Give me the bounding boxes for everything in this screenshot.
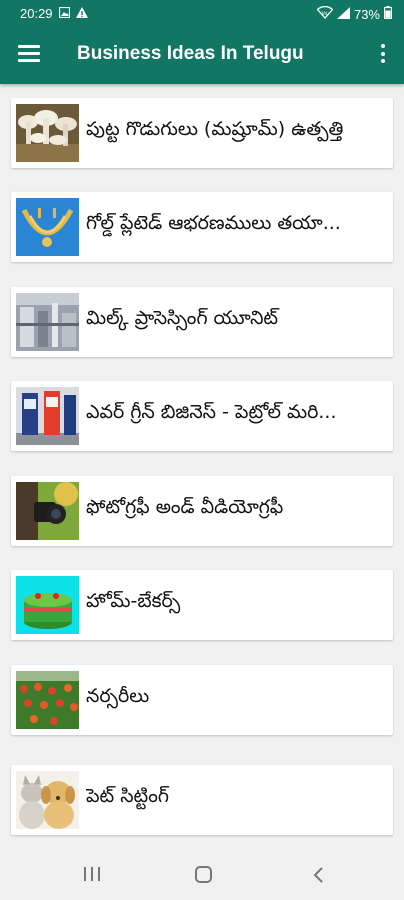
battery-percent: 73% [353, 6, 380, 22]
recents-icon[interactable] [83, 866, 101, 882]
more-vert-icon[interactable] [380, 44, 386, 66]
app-title: Business Ideas In Telugu [77, 43, 304, 64]
puppy-kitten-thumbnail [16, 771, 79, 829]
list-item[interactable]: ఫోటోగ్రఫీ అండ్ వీడియోగ్రఫీ [11, 476, 393, 546]
list-item[interactable]: ఎవర్ గ్రీన్ బిజినెస్ - పెట్రోల్ మరి... [11, 381, 393, 451]
list-item[interactable]: నర్సరీలు [11, 665, 393, 735]
home-icon[interactable] [195, 866, 212, 883]
status-bar-left: 20:29 [20, 6, 88, 21]
list-item[interactable]: మిల్క్ ప్రాసెస్సింగ్ యూనిట్ [11, 287, 393, 357]
back-icon[interactable] [312, 866, 326, 884]
list-item-label: పెట్ సిట్టింగ్ [86, 785, 169, 807]
status-bar-right: Vo 73% [316, 5, 393, 22]
status-bar: 20:29 Vo 73% [0, 0, 404, 28]
image-icon [58, 6, 70, 21]
app-bar: Business Ideas In Telugu [0, 28, 404, 84]
list-item-label: మిల్క్ ప్రాసెస్సింగ్ యూనిట్ [86, 307, 279, 329]
camera-thumbnail [16, 482, 79, 540]
cake-thumbnail [16, 576, 79, 634]
svg-text:Vo: Vo [321, 11, 327, 17]
signal-icon [336, 6, 350, 22]
list-item-label: పుట్ట గొడుగులు (మష్రూమ్) ఉత్పత్తి [86, 118, 344, 140]
list-item-label: హోమ్-బేకర్స్ [86, 590, 181, 612]
list-item[interactable]: పుట్ట గొడుగులు (మష్రూమ్) ఉత్పత్తి [11, 98, 393, 168]
clock: 20:29 [20, 6, 53, 21]
hamburger-menu-icon[interactable] [18, 45, 40, 65]
warning-icon [75, 6, 88, 21]
list-item-label: ఎవర్ గ్రీన్ బిజినెస్ - పెట్రోల్ మరి... [86, 401, 337, 423]
system-nav-bar [0, 850, 404, 900]
list-item[interactable]: గోల్డ్ ప్లేటెడ్ ఆభరణములు తయా... [11, 192, 393, 262]
list-item-label: నర్సరీలు [86, 685, 150, 707]
wifi-icon: Vo [316, 5, 334, 22]
list-item[interactable]: హోమ్-బేకర్స్ [11, 570, 393, 640]
battery-icon [384, 6, 393, 22]
nursery-plants-thumbnail [16, 671, 79, 729]
petrol-pump-thumbnail [16, 387, 79, 445]
list-item-label: గోల్డ్ ప్లేటెడ్ ఆభరణములు తయా... [86, 212, 341, 234]
gold-jewellery-thumbnail [16, 198, 79, 256]
mushrooms-thumbnail [16, 104, 79, 162]
list-item-label: ఫోటోగ్రఫీ అండ్ వీడియోగ్రఫీ [86, 496, 284, 518]
list-item[interactable]: పెట్ సిట్టింగ్ [11, 765, 393, 835]
milk-processing-thumbnail [16, 293, 79, 351]
